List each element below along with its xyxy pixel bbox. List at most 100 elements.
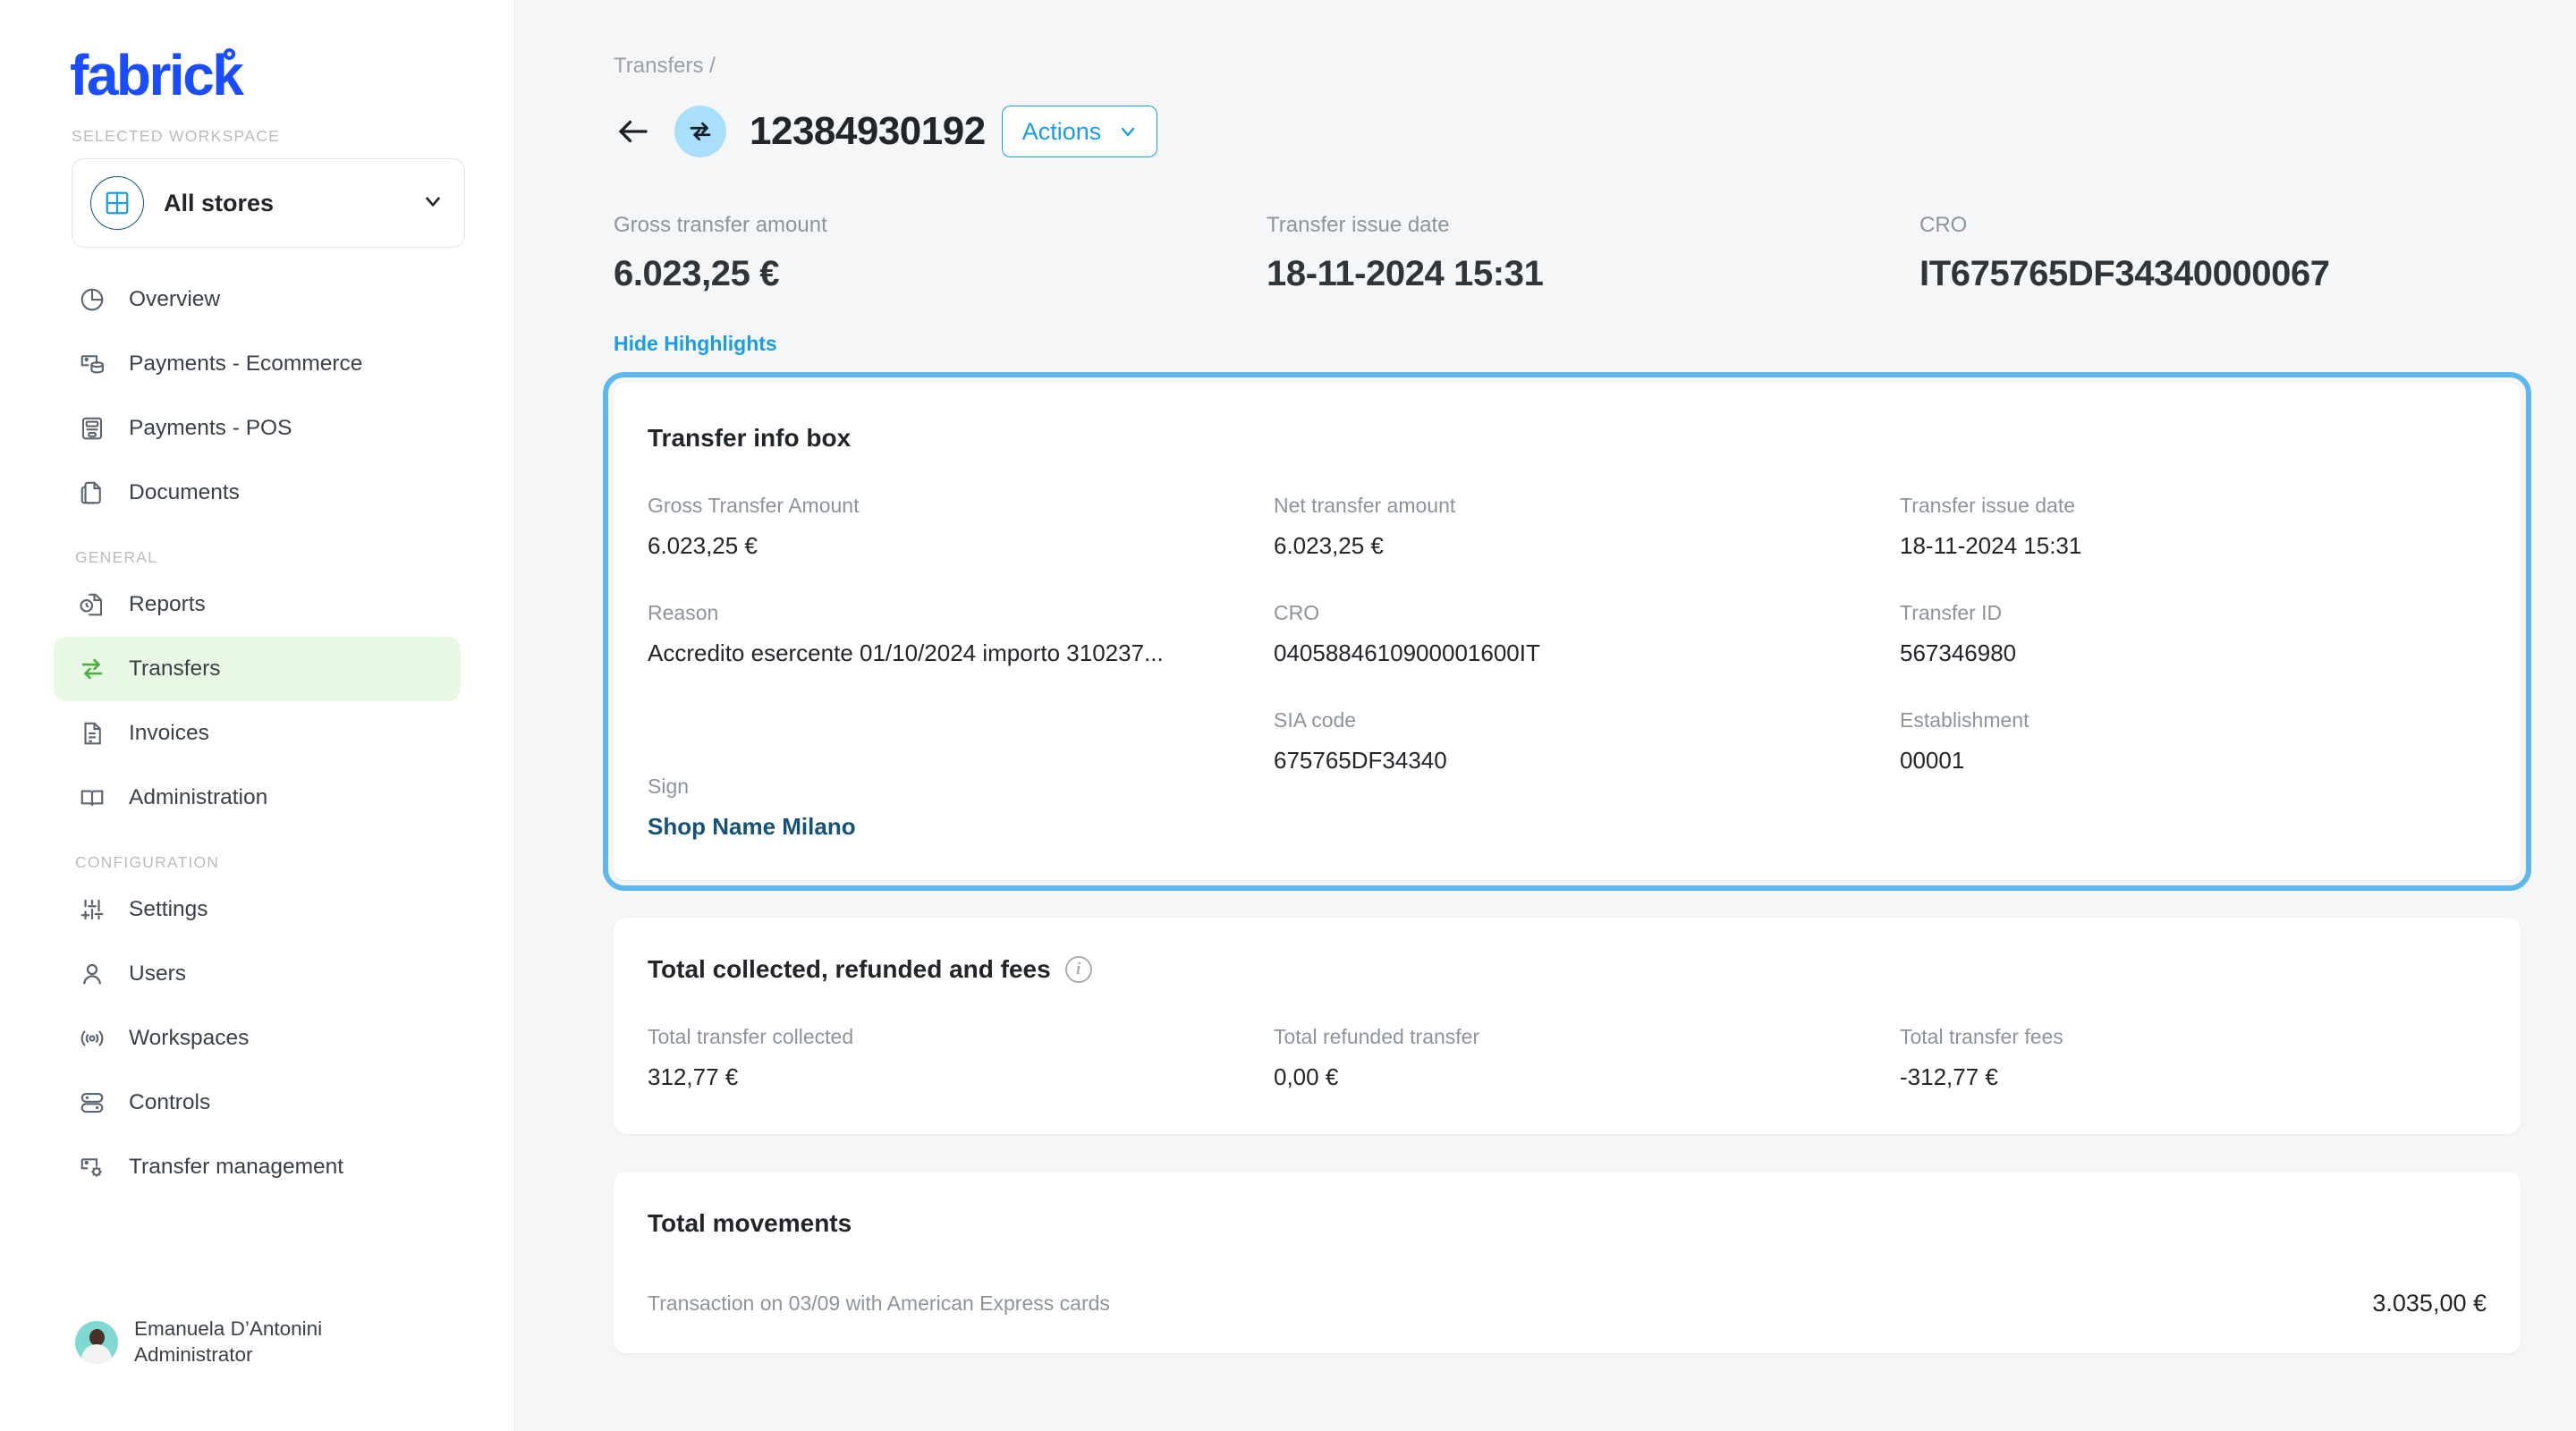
sidebar-item-label: Transfers bbox=[129, 656, 221, 681]
page-title: 12384930192 bbox=[750, 109, 986, 153]
ecommerce-payments-icon bbox=[75, 351, 109, 377]
transfer-info-column-1: Gross Transfer Amount 6.023,25 € Reason … bbox=[648, 494, 1274, 841]
field-value: 18-11-2024 15:31 bbox=[1900, 532, 2082, 559]
sidebar-item-label: Documents bbox=[129, 480, 240, 504]
sidebar-item-transfer-management[interactable]: Transfer management bbox=[54, 1135, 461, 1199]
movement-description: Transaction on 03/09 with American Expre… bbox=[648, 1291, 1110, 1315]
totals-card: Total collected, refunded and fees i Tot… bbox=[614, 918, 2521, 1134]
user-role: Administrator bbox=[134, 1343, 253, 1367]
highlight-value: 6.023,25 € bbox=[614, 254, 780, 293]
workspaces-radar-icon bbox=[75, 1025, 109, 1052]
sidebar-item-overview[interactable]: Overview bbox=[54, 267, 461, 332]
highlight-value: IT675765DF34340000067 bbox=[1919, 254, 2330, 293]
field-label: Gross Transfer Amount bbox=[648, 494, 860, 517]
total-label: Total transfer collected bbox=[648, 1025, 854, 1048]
main-content: Transfers / 12384930192 Actions Gross tr… bbox=[515, 0, 2576, 1431]
sidebar-item-documents[interactable]: Documents bbox=[54, 461, 461, 525]
sidebar-item-label: Transfer management bbox=[129, 1155, 344, 1179]
highlight-cro: CRO IT675765DF34340000067 bbox=[1919, 213, 2330, 294]
highlight-label: Transfer issue date bbox=[1267, 213, 1450, 237]
total-label: Total refunded transfer bbox=[1274, 1025, 1480, 1048]
transfer-info-box-card: Transfer info box Gross Transfer Amount … bbox=[603, 372, 2531, 891]
total-value: 0,00 € bbox=[1274, 1063, 1339, 1090]
page-titlebar: 12384930192 Actions bbox=[614, 100, 2521, 163]
user-icon bbox=[75, 961, 109, 987]
info-icon[interactable]: i bbox=[1064, 956, 1092, 983]
brand-text: fabrick bbox=[70, 43, 244, 107]
totals-grid: Total transfer collected 312,77 € Total … bbox=[648, 1025, 2487, 1091]
field-label: Net transfer amount bbox=[1274, 494, 1456, 517]
grid-stores-icon bbox=[90, 176, 144, 230]
transfer-info-grid: Gross Transfer Amount 6.023,25 € Reason … bbox=[648, 494, 2487, 841]
administration-book-icon bbox=[75, 784, 109, 811]
logo-dot-icon bbox=[224, 48, 235, 60]
sidebar-item-reports[interactable]: Reports bbox=[54, 572, 461, 637]
field-value: 0405884610900001600IT bbox=[1274, 639, 1540, 666]
sidebar-item-settings[interactable]: Settings bbox=[54, 877, 461, 942]
sidebar-item-controls[interactable]: Controls bbox=[54, 1071, 461, 1135]
card-title-text: Total collected, refunded and fees bbox=[648, 955, 1051, 983]
selected-workspace-label: SELECTED WORKSPACE bbox=[72, 127, 281, 145]
actions-button[interactable]: Actions bbox=[1001, 106, 1158, 157]
sidebar-item-label: Reports bbox=[129, 592, 206, 616]
field-value-link[interactable]: Shop Name Milano bbox=[648, 813, 1274, 841]
transfer-info-box-title: Transfer info box bbox=[648, 424, 2487, 453]
sidebar-item-label: Controls bbox=[129, 1090, 211, 1114]
highlight-transfer-issue-date: Transfer issue date 18-11-2024 15:31 bbox=[1267, 213, 1919, 294]
field-sign: Sign Shop Name Milano bbox=[648, 775, 1274, 841]
field-establishment: Establishment 00001 bbox=[1900, 708, 2526, 775]
actions-button-label: Actions bbox=[1021, 117, 1102, 145]
sidebar-item-users[interactable]: Users bbox=[54, 942, 461, 1006]
highlights-row: Gross transfer amount 6.023,25 € Transfe… bbox=[614, 213, 2521, 294]
sidebar-item-workspaces[interactable]: Workspaces bbox=[54, 1006, 461, 1071]
breadcrumb[interactable]: Transfers / bbox=[614, 54, 2521, 79]
sidebar-item-transfers[interactable]: Transfers bbox=[54, 637, 461, 701]
sidebar-item-label: Workspaces bbox=[129, 1026, 250, 1050]
field-transfer-issue-date: Transfer issue date 18-11-2024 15:31 bbox=[1900, 494, 2526, 560]
documents-icon bbox=[75, 479, 109, 506]
field-reason: Reason Accredito esercente 01/10/2024 im… bbox=[648, 601, 1274, 667]
avatar bbox=[75, 1321, 118, 1365]
workspace-selector[interactable]: All stores bbox=[72, 158, 465, 248]
card-title-text: Total movements bbox=[648, 1209, 852, 1237]
movement-row[interactable]: Transaction on 03/09 with American Expre… bbox=[648, 1290, 2487, 1317]
sidebar-item-payments-pos[interactable]: Payments - POS bbox=[54, 396, 461, 461]
field-label: SIA code bbox=[1274, 708, 1357, 732]
sidebar-item-administration[interactable]: Administration bbox=[54, 766, 461, 830]
sidebar-item-label: Users bbox=[129, 961, 186, 986]
total-transfer-collected: Total transfer collected 312,77 € bbox=[648, 1025, 1274, 1091]
sidebar-item-payments-ecommerce[interactable]: Payments - Ecommerce bbox=[54, 332, 461, 396]
total-label: Total transfer fees bbox=[1900, 1025, 2063, 1048]
sidebar: fabrick SELECTED WORKSPACE All stores Ov… bbox=[0, 0, 515, 1431]
sidebar-item-label: Settings bbox=[129, 897, 208, 921]
hide-highlights-link[interactable]: Hide Hihghlights bbox=[614, 332, 777, 356]
user-profile[interactable]: Emanuela D’Antonini Administrator bbox=[75, 1317, 322, 1368]
transfer-info-column-2: Net transfer amount 6.023,25 € CRO 04058… bbox=[1274, 494, 1900, 841]
field-value: 6.023,25 € bbox=[648, 532, 758, 559]
field-value: Accredito esercente 01/10/2024 importo 3… bbox=[648, 639, 1164, 666]
user-name: Emanuela D’Antonini bbox=[134, 1317, 323, 1341]
sidebar-item-invoices[interactable]: Invoices bbox=[54, 701, 461, 766]
transfer-info-column-3: Transfer issue date 18-11-2024 15:31 Tra… bbox=[1900, 494, 2526, 841]
chevron-down-icon bbox=[421, 190, 445, 217]
sliders-icon bbox=[75, 896, 109, 923]
field-label: Transfer issue date bbox=[1900, 494, 2076, 517]
chevron-down-icon bbox=[1117, 121, 1139, 142]
field-gross-transfer-amount: Gross Transfer Amount 6.023,25 € bbox=[648, 494, 1274, 560]
field-value: 675765DF34340 bbox=[1274, 747, 1447, 774]
totals-card-title: Total collected, refunded and fees i bbox=[648, 955, 2487, 984]
transfer-badge-icon bbox=[674, 106, 726, 157]
field-cro: CRO 0405884610900001600IT bbox=[1274, 601, 1900, 667]
back-arrow-icon[interactable] bbox=[614, 112, 653, 151]
total-value: -312,77 € bbox=[1900, 1063, 1998, 1090]
app-root: fabrick SELECTED WORKSPACE All stores Ov… bbox=[0, 0, 2576, 1431]
transfer-management-gear-icon bbox=[75, 1154, 109, 1181]
controls-toggles-icon bbox=[75, 1089, 109, 1116]
card-title-text: Transfer info box bbox=[648, 424, 852, 452]
highlight-label: Gross transfer amount bbox=[614, 213, 827, 237]
movement-amount: 3.035,00 € bbox=[2372, 1290, 2487, 1317]
total-transfer-fees: Total transfer fees -312,77 € bbox=[1900, 1025, 2526, 1091]
total-refunded-transfer: Total refunded transfer 0,00 € bbox=[1274, 1025, 1900, 1091]
fabrick-logo[interactable]: fabrick bbox=[70, 47, 244, 104]
field-label: Reason bbox=[648, 601, 719, 624]
